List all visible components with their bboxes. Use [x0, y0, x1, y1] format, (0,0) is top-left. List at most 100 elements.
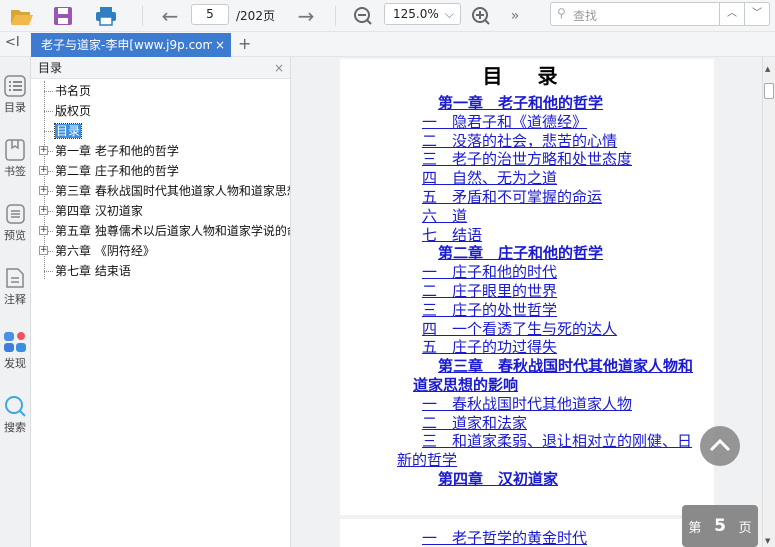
rail-label: 目录 — [4, 101, 26, 114]
close-tab-icon[interactable]: × — [211, 33, 225, 57]
toc-tree-item[interactable]: 版权页 — [31, 101, 290, 121]
vertical-scrollbar[interactable]: ▲ ▼ — [762, 57, 775, 547]
toc-tree-item[interactable]: + 第二章 庄子和他的哲学 — [31, 161, 290, 181]
toc-tree-label: 第四章 汉初道家 — [55, 204, 143, 218]
zoom-select[interactable]: 125.0% ⌵ — [384, 3, 461, 25]
list-icon — [4, 75, 26, 97]
open-folder-icon[interactable] — [8, 4, 36, 28]
tab-document[interactable]: 老子与道家-李申[www.j9p.com] × — [31, 33, 231, 57]
new-tab-button[interactable]: + — [238, 34, 251, 53]
toc-section-link[interactable]: 一 春秋战国时代其他道家人物 — [397, 395, 700, 414]
panel-title: 目录 — [38, 61, 63, 75]
discover-icon — [4, 332, 26, 352]
page-indicator-suffix: 页 — [738, 520, 752, 536]
toc-tree-item[interactable]: + 第四章 汉初道家 — [31, 201, 290, 221]
toc-tree-item[interactable]: 书名页 — [31, 81, 290, 101]
page-indicator-number: 5 — [714, 516, 726, 536]
toc-tree-label: 目录 — [53, 123, 83, 139]
search-next-button[interactable]: ﹀ — [744, 3, 769, 25]
toc-tree-label: 第三章 春秋战国时代其他道家人物和道家思想的影响 — [55, 184, 290, 198]
search-prev-button[interactable]: ︿ — [719, 3, 744, 25]
rail-item-search[interactable]: 搜索 — [0, 395, 30, 435]
toc-section-link[interactable]: 三 和道家柔弱、退让相对立的刚健、日新的哲学 — [397, 432, 700, 470]
toc-chapter-link[interactable]: 第二章 庄子和他的哲学 — [397, 244, 700, 263]
toc-chapter-link[interactable]: 第四章 汉初道家 — [397, 470, 700, 489]
expand-icon[interactable]: + — [39, 246, 48, 255]
rail-item-preview[interactable]: 预览 — [0, 203, 30, 243]
search-icon — [5, 396, 26, 417]
prev-page-icon[interactable]: ← — [158, 4, 182, 28]
rail-label: 搜索 — [4, 421, 26, 434]
toc-chapter-link[interactable]: 第一章 老子和他的哲学 — [397, 94, 700, 113]
toc-tree-item[interactable]: + 第一章 老子和他的哲学 — [31, 141, 290, 161]
back-to-top-button[interactable] — [700, 426, 740, 466]
toc-section-link[interactable]: 五 矛盾和不可掌握的命运 — [397, 188, 700, 207]
zoom-in-icon[interactable] — [470, 4, 492, 28]
toc-section-link[interactable]: 三 庄子的处世哲学 — [397, 301, 700, 320]
toc-section-link[interactable]: 二 道家和法家 — [397, 414, 700, 433]
toc-section-link[interactable]: 六 道 — [397, 207, 700, 226]
close-panel-icon[interactable]: × — [274, 57, 284, 79]
search-icon: ⚲ — [557, 6, 566, 20]
tab-label: 老子与道家-李申[www.j9p.com] — [41, 38, 219, 52]
tab-bar: <I 老子与道家-李申[www.j9p.com] × + — [0, 32, 775, 57]
scroll-up-icon[interactable]: ▲ — [765, 65, 770, 73]
page-title: 目 录 — [482, 64, 572, 88]
preview-icon — [6, 204, 25, 224]
toc-panel: 目录 × 书名页 版权页 目录 + 第一章 老子和他的哲学 + 第二章 庄子和他的哲学 + 第三章… — [31, 57, 291, 547]
rail-item-bookmark[interactable]: 书签 — [0, 139, 30, 179]
expand-icon[interactable]: + — [39, 166, 48, 175]
expand-icon[interactable]: + — [39, 146, 48, 155]
page-5: 目 录 第一章 老子和他的哲学一 隐君子和《道德经》二 没落的社会，悲苦的心情三… — [340, 59, 714, 515]
toc-section-link[interactable]: 一 庄子和他的时代 — [397, 263, 700, 282]
more-tools-button[interactable]: » — [506, 4, 524, 28]
toc-tree-label: 第七章 结束语 — [55, 264, 131, 278]
total-pages: /202页 — [236, 9, 275, 23]
toc-section-link[interactable]: 三 老子的治世方略和处世态度 — [397, 150, 700, 169]
toc-tree-item[interactable]: + 第六章 《阴符经》 — [31, 241, 290, 261]
scroll-thumb[interactable] — [764, 83, 774, 99]
toc-tree-label: 第一章 老子和他的哲学 — [55, 144, 179, 158]
panel-header: 目录 × — [31, 57, 290, 79]
rail-item-toc[interactable]: 目录 — [0, 75, 30, 115]
rail-label: 注释 — [4, 293, 26, 306]
toc-section-link[interactable]: 四 一个看透了生与死的达人 — [397, 320, 700, 339]
toc-tree-label: 第五章 独尊儒术以后道家人物和道家学说的命运 — [55, 224, 290, 238]
expand-icon[interactable]: + — [39, 226, 48, 235]
toc-tree: 书名页版权页目录 + 第一章 老子和他的哲学 + 第二章 庄子和他的哲学 + 第三章 春秋战… — [31, 79, 290, 281]
toc-section-link[interactable]: 二 没落的社会，悲苦的心情 — [397, 132, 700, 151]
toc-chapter-link[interactable]: 第三章 春秋战国时代其他道家人物和道家思想的影响 — [397, 357, 700, 395]
toc-section-link[interactable]: 二 庄子眼里的世界 — [397, 282, 700, 301]
zoom-out-icon[interactable] — [352, 4, 374, 28]
expand-icon[interactable]: + — [39, 186, 48, 195]
print-icon[interactable] — [92, 4, 120, 28]
search-input[interactable]: 查找 — [573, 7, 597, 24]
page-number-input[interactable]: 5 — [191, 4, 229, 25]
toc-section-link[interactable]: 七 结语 — [397, 226, 700, 245]
note-icon — [6, 268, 24, 288]
toc-tree-label: 书名页 — [55, 84, 92, 98]
toc-tree-item[interactable]: 目录 — [31, 121, 290, 141]
rail-item-discover[interactable]: 发现 — [0, 331, 30, 371]
search-box[interactable]: ⚲ 查找 ︿ ﹀ — [550, 2, 770, 26]
toc-section-link[interactable]: 五 庄子的功过得失 — [397, 338, 700, 357]
toc-section-link[interactable]: 四 自然、无为之道 — [397, 169, 700, 188]
page-indicator-prefix: 第 — [688, 520, 702, 536]
next-page-icon[interactable]: → — [294, 4, 318, 28]
zoom-value: 125.0% — [393, 7, 439, 21]
collapse-sidebar-button[interactable]: <I — [5, 35, 20, 50]
toc-tree-item[interactable]: + 第三章 春秋战国时代其他道家人物和道家思想的影响 — [31, 181, 290, 201]
rail-label: 预览 — [4, 229, 26, 242]
toc-tree-item[interactable]: + 第五章 独尊儒术以后道家人物和道家学说的命运 — [31, 221, 290, 241]
toc-tree-label: 第二章 庄子和他的哲学 — [55, 164, 179, 178]
expand-icon[interactable]: + — [39, 206, 48, 215]
toc-section-link[interactable]: 一 隐君子和《道德经》 — [397, 113, 700, 132]
bookmark-icon — [5, 139, 25, 161]
scroll-down-icon[interactable]: ▼ — [765, 537, 770, 545]
save-icon[interactable] — [50, 4, 76, 28]
toc-section-link[interactable]: 一 老子哲学的黄金时代 — [397, 529, 700, 547]
chevron-down-icon: ⌵ — [444, 7, 454, 21]
toc-tree-item[interactable]: 第七章 结束语 — [31, 261, 290, 281]
page-indicator: 第5页 — [682, 505, 758, 547]
rail-item-notes[interactable]: 注释 — [0, 267, 30, 307]
